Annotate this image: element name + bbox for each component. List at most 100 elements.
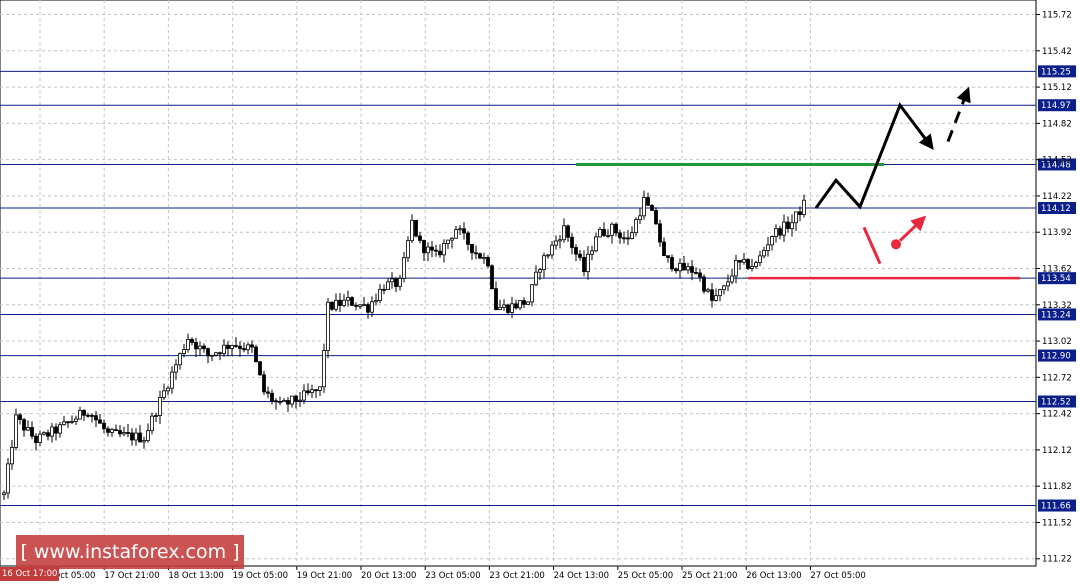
candle-bearish <box>486 257 490 267</box>
candle-bullish <box>754 262 758 267</box>
candle-bearish <box>82 409 86 416</box>
candle-bearish <box>254 346 258 363</box>
candle-bullish <box>526 301 530 305</box>
level-badge-label: 112.90 <box>1041 352 1071 362</box>
candle-bullish <box>70 421 74 423</box>
candle-bullish <box>782 221 786 236</box>
candle-bullish <box>730 275 734 283</box>
candle-bullish <box>222 344 226 355</box>
candle-bearish <box>338 299 342 306</box>
level-badge-label: 111.66 <box>1041 502 1071 512</box>
candle-bearish <box>670 257 674 270</box>
y-tick-label: 115.12 <box>1042 83 1072 93</box>
candle-bullish <box>182 349 186 354</box>
candle-bullish <box>146 430 150 441</box>
candle-bullish <box>446 239 450 244</box>
candle-bullish <box>26 427 30 431</box>
candle-bullish <box>14 414 18 448</box>
candle-bullish <box>550 244 554 256</box>
candle-bullish <box>386 281 390 290</box>
y-tick-label: 114.22 <box>1042 192 1072 202</box>
candle-bearish <box>394 278 398 287</box>
watermark-logo[interactable]: [ www.instaforex.com ] <box>16 535 244 569</box>
candle-bearish <box>94 415 98 421</box>
candle-bullish <box>174 364 178 373</box>
level-badge-label: 115.25 <box>1041 67 1071 77</box>
candle-bullish <box>62 421 66 426</box>
candle-bullish <box>166 387 170 392</box>
candle-bearish <box>626 237 630 240</box>
candle-bearish <box>514 303 518 309</box>
candle-bearish <box>242 348 246 351</box>
x-tick-label: 23 Oct 05:00 <box>425 571 480 581</box>
candle-bullish <box>510 303 514 313</box>
candle-bullish <box>678 262 682 272</box>
candle-bullish <box>598 228 602 238</box>
candle-bearish <box>602 228 606 236</box>
y-tick-label: 113.32 <box>1042 301 1072 311</box>
forecast-red-dot <box>891 239 901 250</box>
x-tick-label: 25 Oct 21:00 <box>682 571 737 581</box>
candle-bearish <box>202 345 206 350</box>
candle-bearish <box>506 304 510 313</box>
candle-bearish <box>102 422 106 430</box>
candle-bullish <box>610 223 614 236</box>
candle-bearish <box>354 304 358 307</box>
candle-bearish <box>662 241 666 257</box>
candle-bearish <box>786 221 790 229</box>
candle-bearish <box>234 345 238 347</box>
candle-bullish <box>686 266 690 271</box>
candle-bearish <box>54 426 58 434</box>
candle-bullish <box>454 229 458 239</box>
candle-bullish <box>50 426 54 437</box>
candle-bullish <box>390 278 394 283</box>
candle-bearish <box>218 352 222 355</box>
candle-bearish <box>698 272 702 278</box>
candle-bullish <box>706 289 710 292</box>
candle-bullish <box>134 432 138 441</box>
candle-bullish <box>586 253 590 273</box>
candle-bearish <box>478 253 482 259</box>
candle-bearish <box>494 288 498 310</box>
candle-bullish <box>150 415 154 432</box>
candle-bullish <box>482 257 486 259</box>
candle-bullish <box>246 344 250 351</box>
candle-bearish <box>118 430 122 435</box>
candle-bearish <box>350 297 354 306</box>
y-tick-label: 113.02 <box>1042 337 1072 347</box>
candle-bullish <box>590 250 594 255</box>
level-badge-label: 112.52 <box>1041 398 1071 408</box>
level-badge-label: 114.97 <box>1041 101 1071 111</box>
candle-bearish <box>258 361 262 376</box>
candle-bullish <box>346 297 350 301</box>
candle-bullish <box>322 350 326 388</box>
candle-bearish <box>418 235 422 241</box>
candle-bearish <box>658 223 662 243</box>
x-tick-label: 25 Oct 05:00 <box>618 571 673 581</box>
candle-bullish <box>230 345 234 349</box>
candle-bullish <box>642 197 646 217</box>
candle-bullish <box>38 433 42 444</box>
candle-bearish <box>30 427 34 437</box>
candle-bullish <box>410 219 414 242</box>
candle-bullish <box>298 399 302 402</box>
candle-bearish <box>778 228 782 236</box>
candle-bearish <box>746 259 750 269</box>
candle-bearish <box>466 232 470 245</box>
candle-bearish <box>46 432 50 437</box>
candle-bearish <box>470 243 474 254</box>
candle-bullish <box>342 299 346 306</box>
y-tick-label: 114.82 <box>1042 119 1072 129</box>
candle-bullish <box>426 246 430 254</box>
candle-bearish <box>98 419 102 424</box>
candle-bullish <box>558 239 562 242</box>
y-tick-label: 111.52 <box>1042 518 1072 528</box>
candle-bullish <box>794 211 798 224</box>
candle-bullish <box>278 401 282 404</box>
candle-bearish <box>570 236 574 248</box>
candle-bullish <box>326 301 330 352</box>
candle-bearish <box>294 395 298 402</box>
y-tick-label: 113.62 <box>1042 264 1072 274</box>
candle-bearish <box>194 341 198 350</box>
candle-bullish <box>78 409 82 420</box>
